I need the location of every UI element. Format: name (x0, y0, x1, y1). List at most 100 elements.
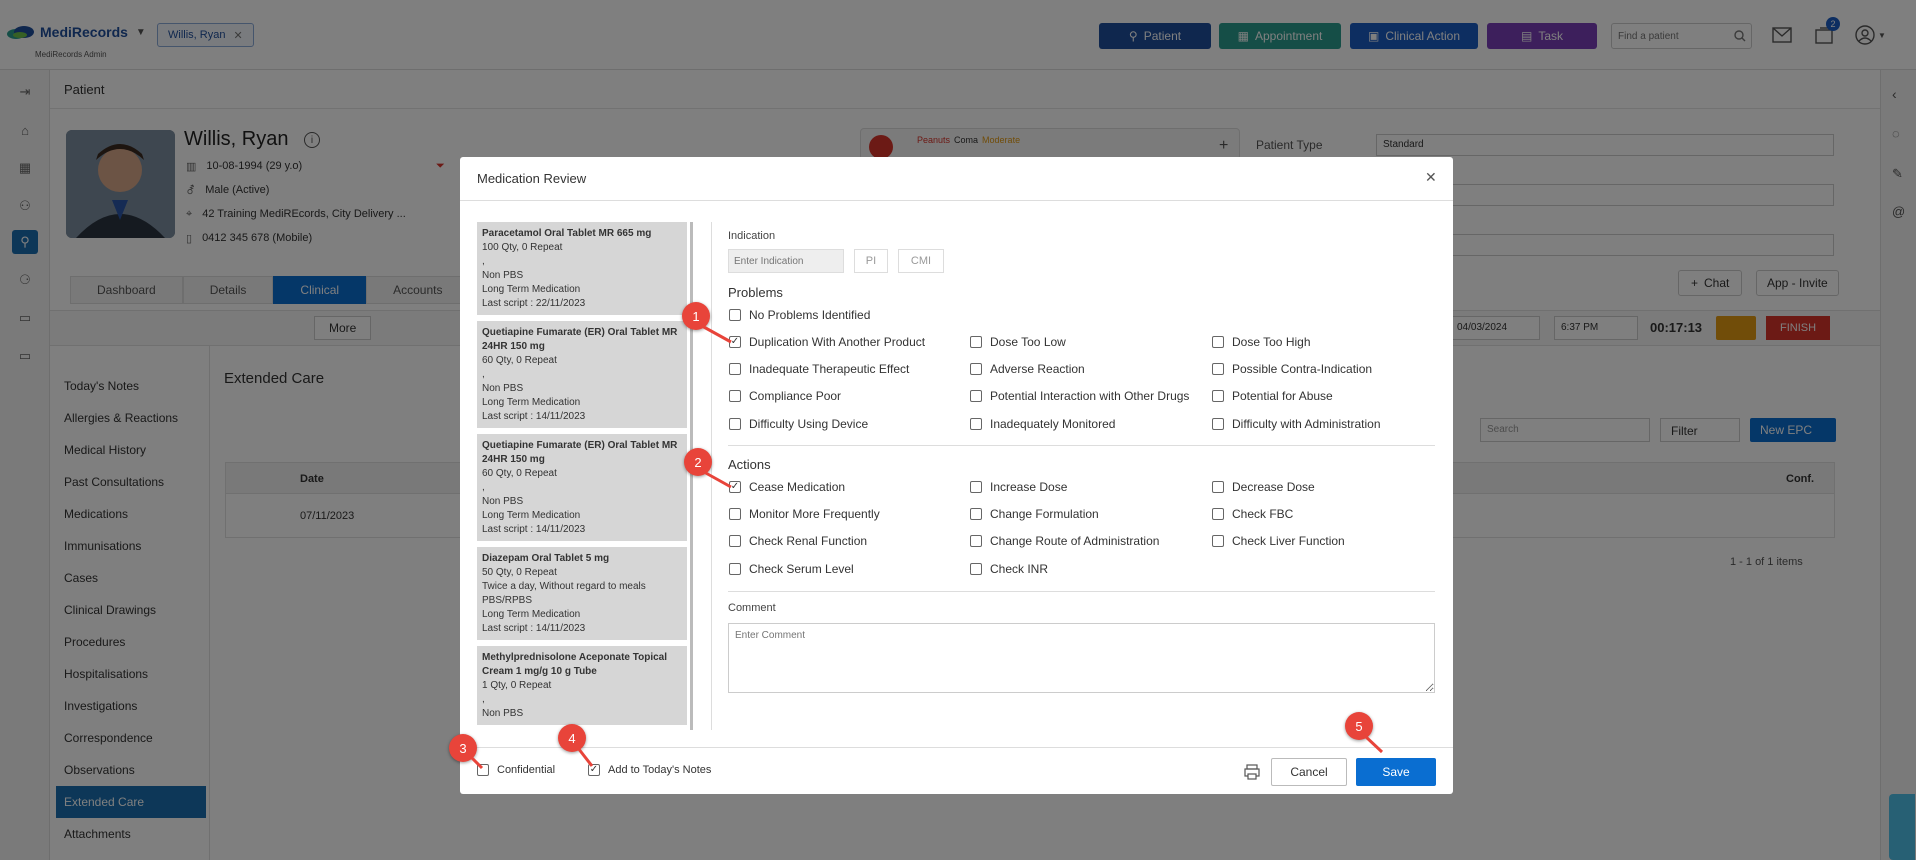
cancel-button[interactable]: Cancel (1271, 758, 1347, 786)
action-check-fbc[interactable]: Check FBC (1212, 507, 1293, 521)
problem-interaction[interactable]: Potential Interaction with Other Drugs (970, 389, 1189, 403)
action-label: Change Route of Administration (990, 534, 1160, 548)
checkbox[interactable] (477, 764, 489, 776)
checkbox[interactable] (970, 390, 982, 402)
medication-directions: , (482, 256, 485, 267)
checkbox-checked[interactable]: ✓ (729, 481, 741, 493)
checkbox[interactable] (1212, 336, 1224, 348)
indication-input[interactable] (728, 249, 844, 273)
problem-label: Adverse Reaction (990, 362, 1085, 376)
checkbox[interactable] (729, 563, 741, 575)
divider (728, 591, 1435, 592)
medication-item[interactable]: Quetiapine Fumarate (ER) Oral Tablet MR … (477, 321, 687, 428)
medication-item[interactable]: Quetiapine Fumarate (ER) Oral Tablet MR … (477, 434, 687, 541)
problem-abuse[interactable]: Potential for Abuse (1212, 389, 1333, 403)
checkbox[interactable] (1212, 481, 1224, 493)
cmi-button[interactable]: CMI (898, 249, 944, 273)
problem-label: Duplication With Another Product (749, 335, 926, 349)
medication-qty: 60 Qty, 0 Repeat (482, 355, 557, 366)
action-check-renal[interactable]: Check Renal Function (729, 534, 867, 548)
add-to-notes-label: Add to Today's Notes (608, 764, 712, 776)
problems-label: Problems (728, 285, 783, 300)
problem-compliance-poor[interactable]: Compliance Poor (729, 389, 841, 403)
checkbox[interactable] (970, 363, 982, 375)
checkbox[interactable] (970, 535, 982, 547)
medication-directions: , (482, 482, 485, 493)
action-change-route[interactable]: Change Route of Administration (970, 534, 1159, 548)
checkbox[interactable] (970, 481, 982, 493)
checkbox[interactable] (970, 336, 982, 348)
action-check-serum[interactable]: Check Serum Level (729, 562, 854, 576)
medication-term: Long Term Medication (482, 510, 581, 521)
problem-inadequate-effect[interactable]: Inadequate Therapeutic Effect (729, 362, 909, 376)
action-label: Cease Medication (749, 480, 846, 494)
checkbox[interactable] (1212, 535, 1224, 547)
save-button[interactable]: Save (1356, 758, 1436, 786)
medication-term: Long Term Medication (482, 284, 581, 295)
action-cease-medication[interactable]: ✓ Cease Medication (729, 480, 845, 494)
problem-label: Inadequate Therapeutic Effect (749, 362, 910, 376)
medication-name: Diazepam Oral Tablet 5 mg (482, 553, 610, 564)
checkbox[interactable] (729, 508, 741, 520)
checkbox[interactable] (729, 418, 741, 430)
medication-pbs: Non PBS (482, 383, 524, 394)
print-icon[interactable] (1244, 764, 1260, 780)
checkbox[interactable] (1212, 418, 1224, 430)
action-decrease-dose[interactable]: Decrease Dose (1212, 480, 1315, 494)
problem-duplication[interactable]: ✓ Duplication With Another Product (729, 335, 925, 349)
confidential-label: Confidential (497, 764, 556, 776)
action-change-formulation[interactable]: Change Formulation (970, 507, 1099, 521)
checkbox-checked[interactable]: ✓ (729, 336, 741, 348)
checkbox[interactable] (729, 390, 741, 402)
checkbox[interactable] (729, 535, 741, 547)
checkbox[interactable] (970, 508, 982, 520)
medication-last-script: Last script : 22/11/2023 (482, 298, 586, 309)
checkbox[interactable] (1212, 363, 1224, 375)
medication-name: Quetiapine Fumarate (ER) Oral Tablet MR … (482, 440, 678, 465)
problem-contra-indication[interactable]: Possible Contra-Indication (1212, 362, 1372, 376)
problem-label: Difficulty Using Device (749, 417, 869, 431)
annotation-badge: 3 (449, 734, 477, 762)
action-monitor-more[interactable]: Monitor More Frequently (729, 507, 880, 521)
action-label: Decrease Dose (1232, 480, 1315, 494)
medication-name: Methylprednisolone Aceponate Topical Cre… (482, 652, 668, 677)
medication-list[interactable]: Paracetamol Oral Tablet MR 665 mg 100 Qt… (477, 222, 693, 730)
action-increase-dose[interactable]: Increase Dose (970, 480, 1067, 494)
problem-difficulty-administration[interactable]: Difficulty with Administration (1212, 417, 1381, 431)
action-check-inr[interactable]: Check INR (970, 562, 1048, 576)
problem-dose-too-high[interactable]: Dose Too High (1212, 335, 1311, 349)
comment-textarea[interactable] (728, 623, 1435, 693)
medication-item[interactable]: Paracetamol Oral Tablet MR 665 mg 100 Qt… (477, 222, 687, 315)
problem-dose-too-low[interactable]: Dose Too Low (970, 335, 1066, 349)
modal-header: Medication Review ✕ (460, 157, 1453, 201)
action-label: Check Serum Level (749, 562, 854, 576)
close-icon[interactable]: ✕ (1425, 169, 1437, 186)
pi-button[interactable]: PI (854, 249, 888, 273)
checkbox[interactable] (1212, 508, 1224, 520)
checkbox[interactable] (729, 309, 741, 321)
checkbox-checked[interactable]: ✓ (588, 764, 600, 776)
medication-item[interactable]: Methylprednisolone Aceponate Topical Cre… (477, 646, 687, 725)
add-to-notes-checkbox[interactable]: ✓ Add to Today's Notes (588, 764, 711, 776)
confidential-checkbox[interactable]: Confidential (477, 764, 555, 776)
no-problems-checkbox[interactable]: No Problems Identified (729, 308, 870, 322)
medication-pbs: PBS/RPBS (482, 595, 533, 606)
problem-adverse-reaction[interactable]: Adverse Reaction (970, 362, 1085, 376)
medication-pbs: Non PBS (482, 708, 524, 719)
problem-label: Potential for Abuse (1232, 389, 1333, 403)
action-label: Check FBC (1232, 507, 1294, 521)
action-label: Change Formulation (990, 507, 1099, 521)
checkbox[interactable] (970, 563, 982, 575)
action-label: Check Renal Function (749, 534, 868, 548)
medication-last-script: Last script : 14/11/2023 (482, 524, 586, 535)
problem-inadequately-monitored[interactable]: Inadequately Monitored (970, 417, 1115, 431)
actions-label: Actions (728, 457, 771, 472)
checkbox[interactable] (970, 418, 982, 430)
action-check-liver[interactable]: Check Liver Function (1212, 534, 1345, 548)
checkbox[interactable] (729, 363, 741, 375)
action-label: Check Liver Function (1232, 534, 1345, 548)
checkbox[interactable] (1212, 390, 1224, 402)
medication-item[interactable]: Diazepam Oral Tablet 5 mg 50 Qty, 0 Repe… (477, 547, 687, 640)
problem-difficulty-device[interactable]: Difficulty Using Device (729, 417, 868, 431)
medication-pbs: Non PBS (482, 496, 524, 507)
